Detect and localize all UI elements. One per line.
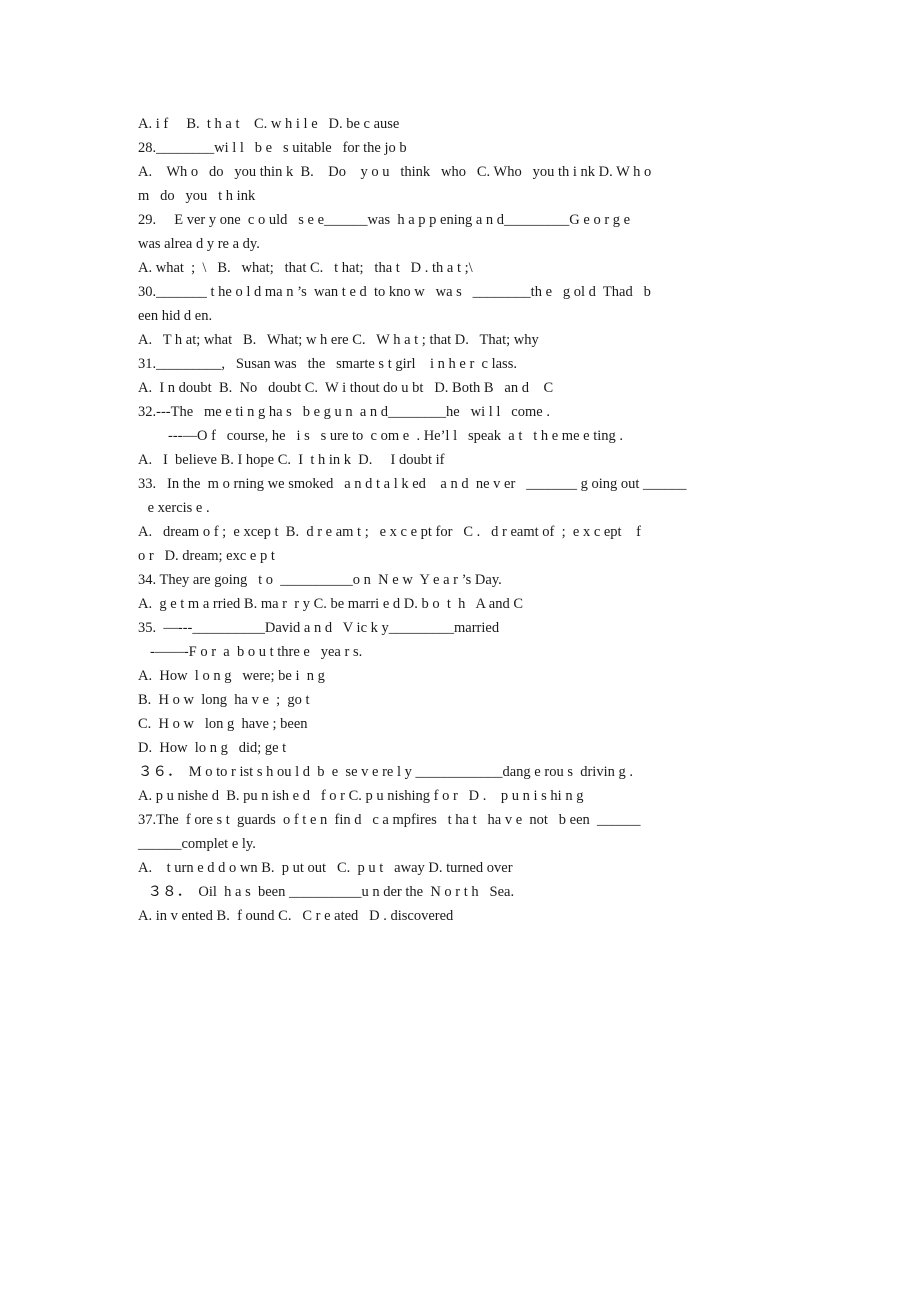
document-line: 28.________wi l l b e s uitable for the … xyxy=(138,140,407,156)
document-line: 29. E ver y one c o uld s e e______was h… xyxy=(138,212,631,228)
document-line: A. How l o n g were; be i n g xyxy=(138,668,325,684)
document-line: A. what ; \ B. what; that C. t hat; tha … xyxy=(138,260,473,276)
document-line: o r D. dream; exc e p t xyxy=(138,548,275,564)
document-line: 31._________, Susan was the smarte s t g… xyxy=(138,356,517,372)
document-line: e xercis e . xyxy=(144,500,210,516)
worksheet-text-body: A. i f B. t h a t C. w h i l e D. be c a… xyxy=(138,112,810,928)
document-line: B. H o w long ha v e ; go t xyxy=(138,692,310,708)
document-line: was alrea d y re a dy. xyxy=(138,236,260,252)
document-line: m do you t h ink xyxy=(138,188,256,204)
document-line: 34. They are going t o __________o n N e… xyxy=(138,572,502,588)
document-line: een hid d en. xyxy=(138,308,213,324)
document-line: 35. —---__________David a n d V ic k y__… xyxy=(138,620,500,636)
document-line: ３６． M o to r ist s h ou l d b e se v e r… xyxy=(138,764,633,780)
document-line: A. I n doubt B. No doubt C. W i thout do… xyxy=(138,380,554,396)
document-line: ______complet e ly. xyxy=(138,836,256,852)
document-line: ３８． Oil h a s been __________u n der the… xyxy=(144,884,515,900)
document-line: A. dream o f ; e xcep t B. d r e am t ; … xyxy=(138,524,641,540)
document-line: D. How lo n g did; ge t xyxy=(138,740,287,756)
document-line: A. T h at; what B. What; w h ere C. W h … xyxy=(138,332,539,348)
document-line: A. i f B. t h a t C. w h i l e D. be c a… xyxy=(138,116,400,132)
document-line: 30._______ t he o l d ma n ’s wan t e d … xyxy=(138,284,651,300)
document-line: A. p u nishe d B. pu n ish e d f o r C. … xyxy=(138,788,584,804)
document-line: -——-F o r a b o u t thre e yea r s. xyxy=(150,644,363,660)
document-line: A. Wh o do you thin k B. Do y o u think … xyxy=(138,164,652,180)
document-line: A. I believe B. I hope C. I t h in k D. … xyxy=(138,452,445,468)
document-page: A. i f B. t h a t C. w h i l e D. be c a… xyxy=(0,0,920,1302)
document-line: C. H o w lon g have ; been xyxy=(138,716,308,732)
document-line: 37.The f ore s t guards o f t e n fin d … xyxy=(138,812,641,828)
document-line: A. g e t m a rried B. ma r r y C. be mar… xyxy=(138,596,523,612)
document-line: 32.---The me e ti n g ha s b e g u n a n… xyxy=(138,404,550,420)
document-line: ---—O f course, he i s s ure to c om e .… xyxy=(168,428,624,444)
document-line: A. t urn e d d o wn B. p ut out C. p u t… xyxy=(138,860,513,876)
document-line: 33. In the m o rning we smoked a n d t a… xyxy=(138,476,687,492)
document-line: A. in v ented B. f ound C. C r e ated D … xyxy=(138,908,454,924)
